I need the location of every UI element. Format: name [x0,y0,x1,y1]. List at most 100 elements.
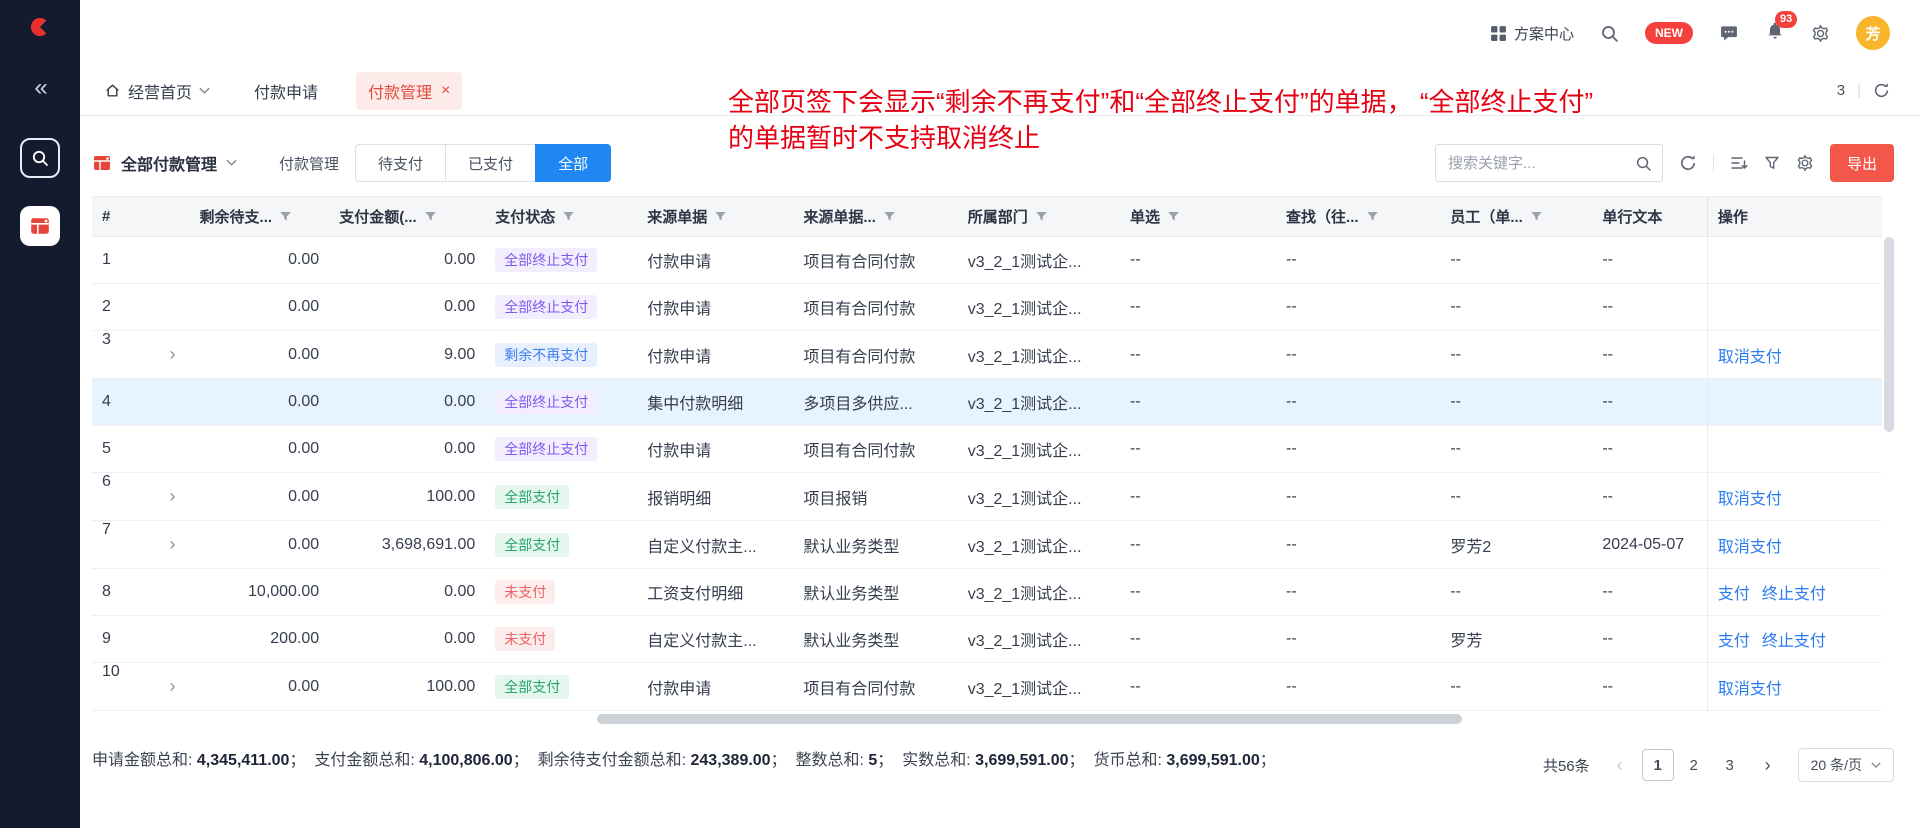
row-index: 9 [102,630,111,647]
expand-row-icon[interactable]: › [170,331,176,378]
sidebar-search-button[interactable] [20,138,60,178]
payment-module-icon [29,215,51,237]
row-index: 3 [102,331,111,348]
column-header: 支付金额(... [329,197,485,237]
row-action-link[interactable]: 支付 [1718,633,1750,650]
tab-paid[interactable]: 已支付 [445,144,536,182]
prev-page-button[interactable]: ‹ [1604,749,1636,781]
summary-item: 剩余待支付金额总和: 243,389.00； [538,752,796,769]
table-row[interactable]: 9200.000.00未支付自定义付款主...默认业务类型v3_2_1测试企..… [92,616,1882,663]
cell-radio: -- [1130,536,1141,553]
refresh-tabs-button[interactable] [1873,82,1890,99]
summary-value: 3,699,591.00 [1166,752,1259,769]
breadcrumb-home[interactable]: 经营首页 [104,79,210,103]
cell-remaining-amount: 0.00 [288,346,319,363]
row-index: 6 [102,473,111,490]
page-button[interactable]: 3 [1714,749,1746,781]
expand-row-icon[interactable]: › [170,663,176,710]
scheme-center-button[interactable]: 方案中心 [1490,23,1574,44]
notifications-button[interactable]: 93 [1765,21,1785,46]
page-size-select[interactable]: 20 条/页 [1798,748,1894,782]
filter-icon[interactable] [1035,210,1048,223]
display-settings-button[interactable] [1730,155,1748,171]
row-action-link[interactable]: 取消支付 [1718,681,1782,698]
row-action-link[interactable]: 取消支付 [1718,491,1782,508]
cell-department: v3_2_1测试企... [968,681,1082,698]
tab-all[interactable]: 全部 [535,144,611,182]
column-header: 员工（单... [1440,197,1592,237]
scheme-center-label: 方案中心 [1514,23,1574,44]
row-action-link[interactable]: 终止支付 [1762,633,1826,650]
cell-text: -- [1602,583,1613,600]
export-button[interactable]: 导出 [1830,144,1894,182]
user-avatar[interactable]: 芳 [1856,16,1890,50]
filter-button[interactable] [1764,155,1780,171]
divider: | [1857,82,1861,99]
view-selector-label: 全部付款管理 [121,151,217,175]
row-action-link[interactable]: 取消支付 [1718,349,1782,366]
topbar-search-button[interactable] [1600,24,1619,43]
pagination-pages: 123 [1642,749,1746,781]
table-row[interactable]: 7›0.003,698,691.00全部支付自定义付款主...默认业务类型v3_… [92,521,1882,569]
settings-button[interactable] [1811,24,1830,43]
status-badge: 全部支付 [495,485,569,509]
filter-icon[interactable] [883,210,896,223]
view-selector[interactable]: 全部付款管理 [92,151,237,175]
cell-employee: -- [1450,583,1461,600]
table-row[interactable]: 3›0.009.00剩余不再支付付款申请项目有合同付款v3_2_1测试企...-… [92,331,1882,379]
row-action-link[interactable]: 终止支付 [1762,586,1826,603]
page-size-label: 20 条/页 [1811,755,1862,775]
expand-row-icon[interactable]: › [170,521,176,568]
messages-button[interactable] [1719,23,1739,43]
main-area: 方案中心 NEW 93 芳 经营首页 [80,0,1920,828]
row-action-link[interactable]: 取消支付 [1718,539,1782,556]
row-action-link[interactable]: 支付 [1718,586,1750,603]
filter-icon[interactable] [1167,210,1180,223]
filter-icon[interactable] [1530,210,1543,223]
page-button[interactable]: 2 [1678,749,1710,781]
filter-icon[interactable] [279,210,292,223]
summary-label: 剩余待支付金额总和 [538,752,682,769]
horizontal-scrollbar-thumb[interactable] [597,714,1462,724]
chevron-down-icon [1871,762,1881,769]
next-page-button[interactable]: › [1752,749,1784,781]
table-row[interactable]: 10.000.00全部终止支付付款申请项目有合同付款v3_2_1测试企...--… [92,237,1882,284]
payment-filter-tabs: 待支付 已支付 全部 [355,144,611,182]
table-row[interactable]: 10›0.00100.00全部支付付款申请项目有合同付款v3_2_1测试企...… [92,663,1882,711]
page-button[interactable]: 1 [1642,749,1674,781]
summary-separator: ； [513,752,529,769]
new-badge[interactable]: NEW [1645,22,1693,44]
search-submit-button[interactable] [1635,155,1652,172]
tab-label: 付款管理 [368,79,432,103]
nav-tabs-bar: 经营首页 付款申请 付款管理 × 3 | [80,66,1920,116]
table-row[interactable]: 810,000.000.00未支付工资支付明细默认业务类型v3_2_1测试企..… [92,569,1882,616]
summary-value: 243,389.00 [691,752,771,769]
table-row[interactable]: 50.000.00全部终止支付付款申请项目有合同付款v3_2_1测试企...--… [92,426,1882,473]
table-row[interactable]: 40.000.00全部终止支付集中付款明细多项目多供应...v3_2_1测试企.… [92,379,1882,426]
cell-source-doc: 报销明细 [647,491,711,508]
funnel-icon [1764,155,1780,171]
tab-count: 3 [1837,82,1845,99]
tab-pending-payment[interactable]: 待支付 [355,144,446,182]
cell-text: -- [1602,488,1613,505]
column-header-label: 员工（单... [1450,209,1523,226]
row-index: 1 [102,251,111,268]
table-row[interactable]: 20.000.00全部终止支付付款申请项目有合同付款v3_2_1测试企...--… [92,284,1882,331]
filter-icon[interactable] [562,210,575,223]
cell-lookup: -- [1286,346,1297,363]
cell-source-type: 项目有合同付款 [803,254,915,271]
tab-payment-request[interactable]: 付款申请 [244,72,328,110]
close-icon[interactable]: × [441,83,450,99]
table-row[interactable]: 6›0.00100.00全部支付报销明细项目报销v3_2_1测试企...----… [92,473,1882,521]
filter-icon[interactable] [714,210,727,223]
sidebar-collapse-icon[interactable]: « [34,76,45,100]
summary-item: 整数总和: 5； [795,752,902,769]
expand-row-icon[interactable]: › [170,473,176,520]
sidebar-app-button[interactable] [20,206,60,246]
column-settings-button[interactable] [1796,154,1814,172]
tab-payment-management[interactable]: 付款管理 × [356,72,462,110]
vertical-scrollbar-thumb[interactable] [1884,237,1894,432]
filter-icon[interactable] [424,210,437,223]
filter-icon[interactable] [1366,210,1379,223]
tab-payment-management-filter[interactable]: 付款管理 [279,153,339,174]
